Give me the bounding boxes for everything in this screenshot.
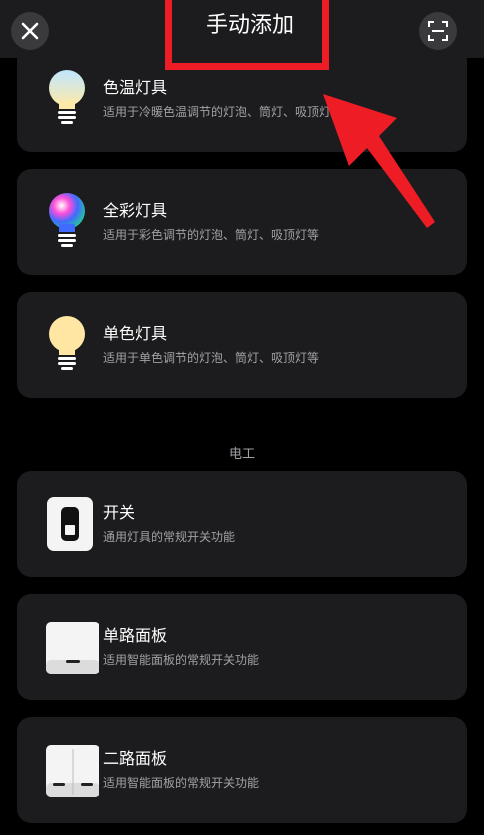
- item-description: 适用于彩色调节的灯泡、筒灯、吸顶灯等: [103, 228, 320, 242]
- bulb-color-temperature-icon: [49, 70, 85, 124]
- item-name: 单路面板: [103, 626, 168, 645]
- list-item[interactable]: 开关 通用灯具的常规开关功能: [17, 471, 467, 577]
- annotation-arrow: [323, 94, 435, 228]
- item-description: 适用于冷暖色温调节的灯泡、筒灯、吸顶灯等: [103, 105, 344, 119]
- list-item[interactable]: 单色灯具 适用于单色调节的灯泡、筒灯、吸顶灯等: [17, 292, 467, 398]
- close-button[interactable]: [11, 12, 49, 50]
- section-header-electric: 电工: [228, 447, 255, 462]
- list-item[interactable]: 二路面板 适用智能面板的常规开关功能: [17, 717, 467, 823]
- bulb-rgb-icon: [49, 193, 85, 247]
- item-name: 全彩灯具: [103, 201, 168, 220]
- scan-icon: [428, 21, 448, 41]
- switch-icon: [47, 497, 93, 551]
- double-panel-icon: [46, 745, 99, 797]
- item-description: 适用智能面板的常规开关功能: [103, 776, 260, 790]
- list-item[interactable]: 单路面板 适用智能面板的常规开关功能: [17, 594, 467, 700]
- item-name: 二路面板: [103, 749, 168, 768]
- bulb-single-color-icon: [49, 316, 85, 370]
- item-description: 通用灯具的常规开关功能: [103, 530, 236, 544]
- scan-button[interactable]: [419, 12, 457, 50]
- close-icon: [21, 22, 39, 40]
- single-panel-icon: [46, 622, 99, 674]
- item-description: 适用于单色调节的灯泡、筒灯、吸顶灯等: [103, 351, 320, 365]
- item-description: 适用智能面板的常规开关功能: [103, 653, 260, 667]
- item-name: 开关: [103, 503, 136, 522]
- annotation-highlight-box: [165, 0, 329, 70]
- item-name: 单色灯具: [103, 324, 168, 343]
- item-name: 色温灯具: [103, 78, 168, 97]
